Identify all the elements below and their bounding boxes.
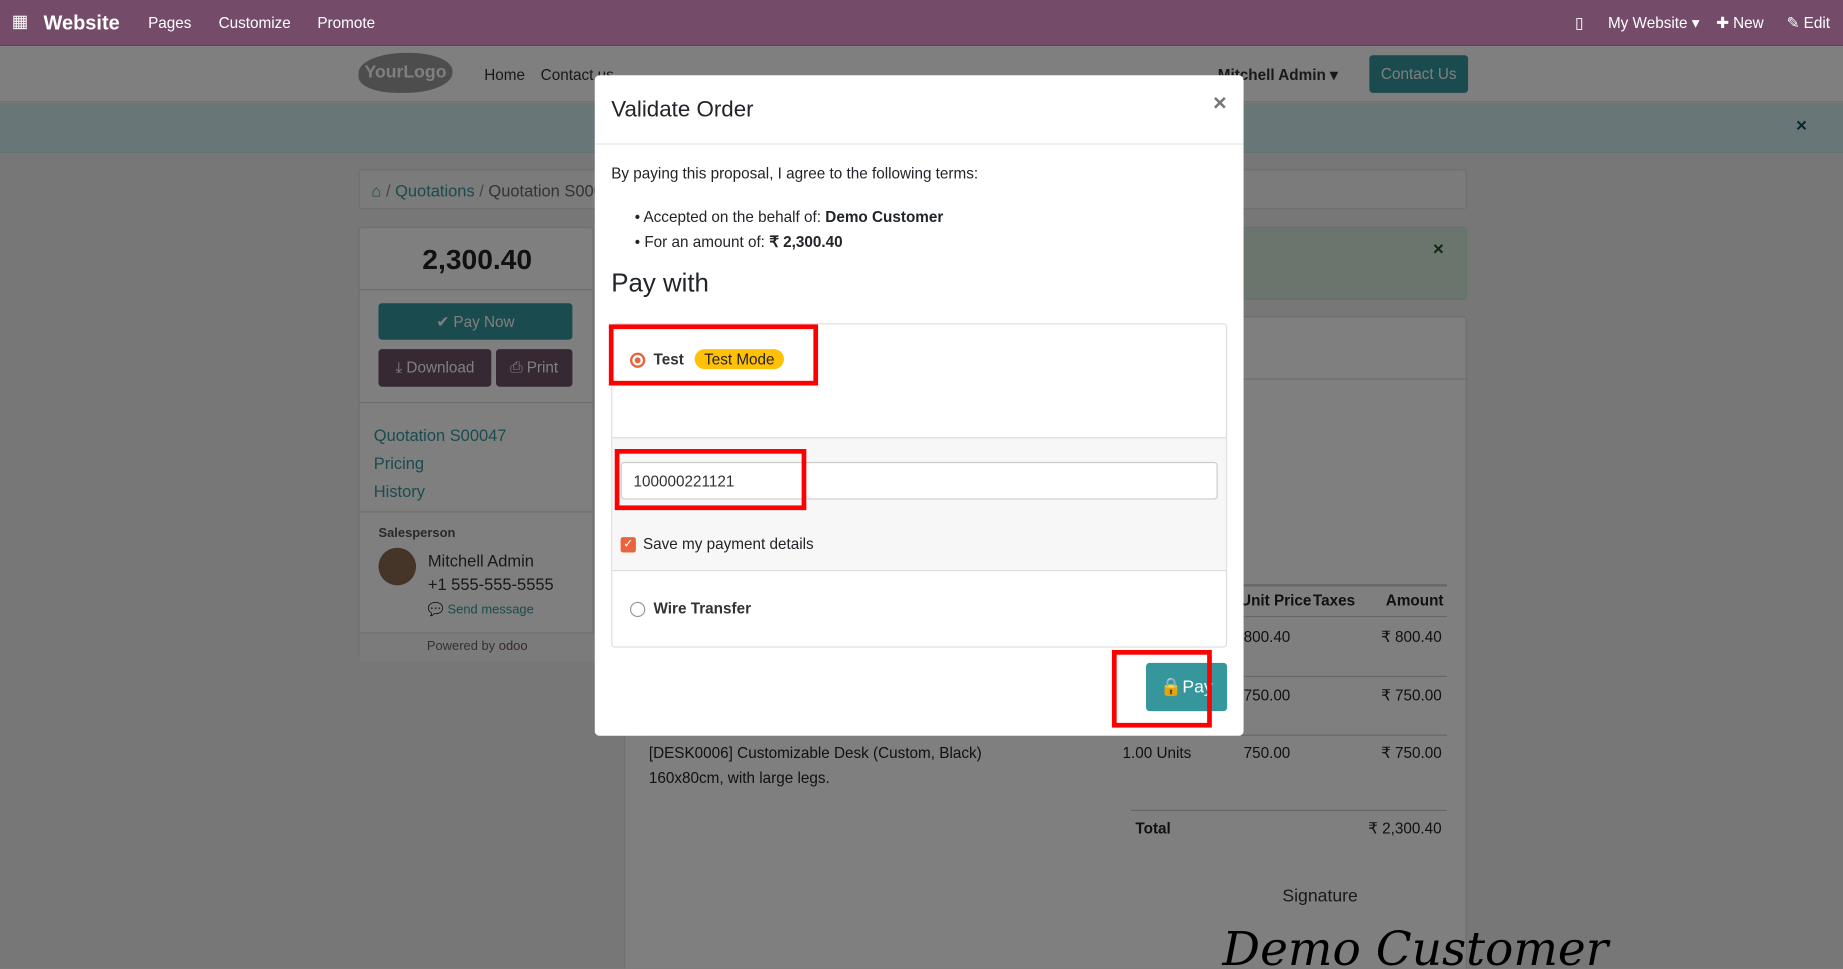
save-details-label: Save my payment details <box>642 534 814 553</box>
my-website-dropdown[interactable]: My Website ▾ <box>1608 14 1699 33</box>
pay-with-heading: Pay with <box>611 267 709 298</box>
mobile-preview-icon[interactable]: ▯ <box>1575 14 1583 33</box>
accepted-term: • Accepted on the behalf of: Demo Custom… <box>634 208 944 226</box>
edit-label: Edit <box>1803 14 1831 32</box>
new-label: New <box>1733 14 1764 32</box>
highlight-card-number <box>614 449 807 511</box>
terms-text: By paying this proposal, I agree to the … <box>611 164 979 183</box>
menu-pages[interactable]: Pages <box>148 14 191 32</box>
top-navbar: ▦ Website Pages Customize Promote ▯ My W… <box>0 0 1843 46</box>
highlight-pay-button <box>1111 649 1212 728</box>
accepted-value: Demo Customer <box>825 208 944 226</box>
new-button[interactable]: ✚ New <box>1716 14 1764 33</box>
amount-label: For an amount of: <box>644 232 765 251</box>
menu-customize[interactable]: Customize <box>219 14 291 32</box>
app-title[interactable]: Website <box>43 12 119 36</box>
menu-promote[interactable]: Promote <box>317 14 375 32</box>
apps-grid-icon[interactable]: ▦ <box>12 11 29 32</box>
modal-title: Validate Order <box>611 97 754 123</box>
validate-order-modal: Validate Order × By paying this proposal… <box>594 75 1244 736</box>
my-website-label: My Website <box>1607 14 1688 32</box>
method-wire-transfer-label[interactable]: Wire Transfer <box>654 599 752 617</box>
accepted-label: Accepted on the behalf of: <box>643 208 822 226</box>
highlight-test-method <box>608 324 819 386</box>
edit-button[interactable]: ✎ Edit <box>1787 14 1830 33</box>
amount-term: • For an amount of: ₹ 2,300.40 <box>634 232 843 251</box>
radio-wire-transfer[interactable] <box>630 601 646 618</box>
amount-value: ₹ 2,300.40 <box>769 232 843 251</box>
close-icon[interactable]: × <box>1213 91 1227 118</box>
save-details-checkbox[interactable]: ✓ <box>620 537 636 553</box>
